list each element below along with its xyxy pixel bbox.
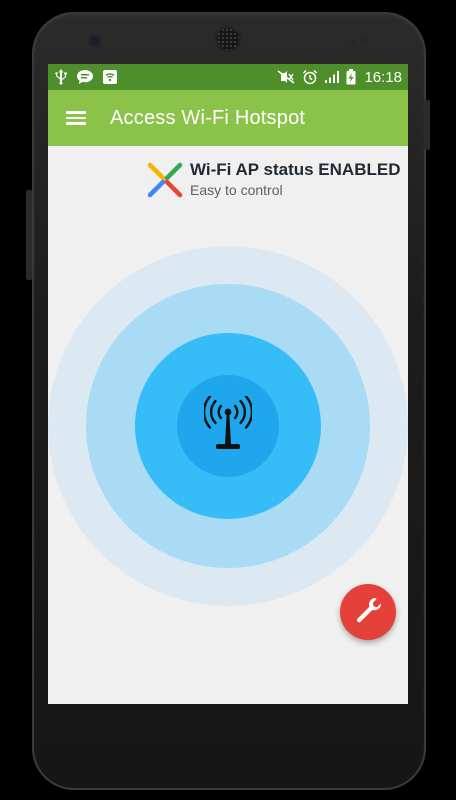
ap-status-title: Wi-Fi AP status ENABLED bbox=[190, 160, 401, 179]
status-time: 16:18 bbox=[364, 68, 402, 86]
status-bar-notifications bbox=[54, 69, 118, 85]
app-logo-icon bbox=[146, 161, 184, 199]
chat-icon bbox=[76, 69, 94, 85]
ap-status-texts: Wi-Fi AP status ENABLED Easy to control bbox=[190, 160, 400, 199]
antenna-icon bbox=[202, 394, 254, 457]
front-camera bbox=[90, 36, 100, 46]
mute-icon bbox=[276, 70, 296, 84]
signal-icon bbox=[324, 70, 340, 84]
wifi-hotspot-icon bbox=[102, 69, 118, 85]
power-button bbox=[424, 100, 430, 150]
battery-charging-icon bbox=[346, 69, 356, 85]
app-title: Access Wi-Fi Hotspot bbox=[110, 106, 306, 129]
menu-icon[interactable] bbox=[66, 106, 90, 130]
status-bar-system: 16:18 bbox=[276, 69, 402, 86]
app-screen: 16:18 Access Wi-Fi Hotspot Wi-Fi AP stat… bbox=[48, 64, 408, 704]
wrench-icon bbox=[353, 595, 383, 630]
status-bar: 16:18 bbox=[48, 64, 408, 90]
earpiece-speaker bbox=[217, 28, 239, 50]
settings-fab[interactable] bbox=[340, 584, 396, 640]
light-sensor bbox=[362, 38, 368, 44]
volume-button bbox=[26, 190, 32, 280]
ap-status-subtitle: Easy to control bbox=[190, 182, 283, 198]
app-bar: Access Wi-Fi Hotspot bbox=[48, 90, 408, 146]
usb-icon bbox=[54, 69, 68, 85]
hotspot-toggle-button[interactable] bbox=[177, 375, 279, 477]
alarm-icon bbox=[302, 69, 318, 85]
proximity-sensor bbox=[350, 38, 356, 44]
ap-status-card: Wi-Fi AP status ENABLED Easy to control bbox=[146, 160, 400, 199]
